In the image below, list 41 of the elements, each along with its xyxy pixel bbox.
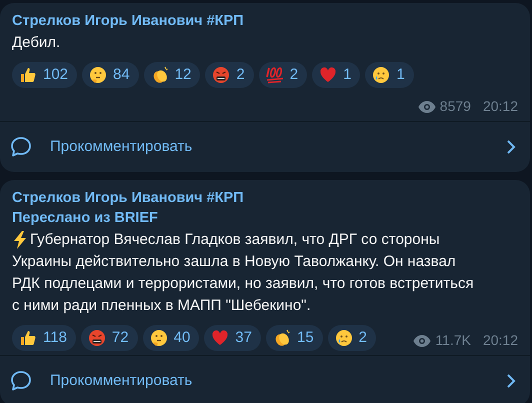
author-name[interactable]: Стрелков Игорь Иванович #КРП [12,11,244,31]
reaction-chip[interactable]: 37 [204,325,261,351]
heart-icon [211,329,230,347]
chevron-right-icon [506,373,516,389]
reaction-chip[interactable]: 102 [12,62,78,88]
message-text: Губернатор Вячеслав Гладков заявил, что ДРГ со стороны Украины действительно зашла в Новую Таволжанку. Он назвал РДК подлецами и террористами, но заявил, что готов встретиться с ними ради пленных в МАПП "Шебекино". [12,230,475,316]
heart-icon [319,66,338,84]
thumbs-up-icon [19,66,37,84]
angry-face-icon [88,329,106,347]
speech-bubble-icon [9,135,33,159]
thinking-face-icon [89,66,108,84]
reaction-chip[interactable]: 72 [80,325,138,351]
comment-button[interactable]: Прокомментировать [0,356,530,403]
crying-face-icon [372,66,390,84]
reaction-chip[interactable]: 15 [266,325,323,351]
eye-icon [413,334,432,346]
eye-icon [418,100,436,112]
reaction-chip[interactable]: 2 [258,62,308,88]
message-time: 20:12 [482,97,518,116]
reaction-chip[interactable]: 118 [12,325,76,351]
reaction-chip[interactable]: 1 [365,62,414,88]
reaction-chip[interactable]: 2 [205,62,254,88]
reaction-chip[interactable]: 84 [82,62,139,88]
forwarded-from-label[interactable]: Переслано из BRIEF [12,208,158,228]
comment-button[interactable]: Прокомментировать [0,122,530,172]
angry-face-icon [212,66,230,84]
chevron-right-icon [506,139,516,155]
reaction-chip[interactable]: 12 [144,62,200,88]
view-count: 11.7K [435,331,471,350]
crying-face-icon [334,329,353,347]
thumbs-up-icon [19,329,37,347]
view-count: 8579 [440,97,471,116]
thinking-face-icon [150,329,168,347]
author-name[interactable]: Стрелков Игорь Иванович #КРП [12,188,244,208]
message-time: 20:12 [482,331,518,350]
speech-bubble-icon [9,369,33,393]
reaction-chip[interactable]: 2 [328,325,376,351]
reaction-chip[interactable]: 40 [142,325,200,351]
message-text: Дебил. [12,33,62,53]
hundred-points-icon [266,66,284,84]
reaction-chip[interactable]: 1 [312,62,360,88]
